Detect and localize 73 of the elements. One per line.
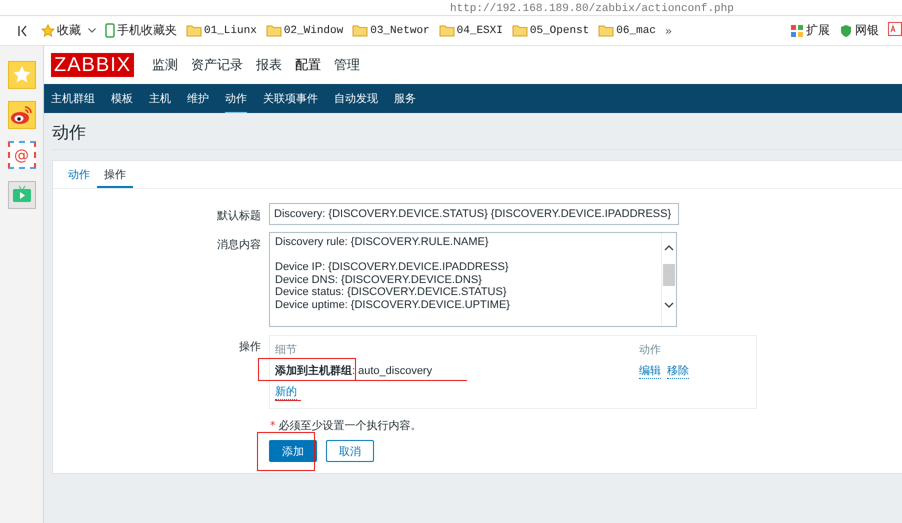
bookmark-item[interactable]: 03_Networ	[352, 24, 430, 37]
main-menu-item[interactable]: 报表	[256, 56, 282, 74]
banking-label: 网银	[855, 22, 879, 39]
add-button[interactable]: 添加	[269, 440, 317, 462]
collapse-icon[interactable]	[18, 24, 28, 36]
bookmark-label: 收藏	[57, 22, 81, 39]
folder-icon	[186, 24, 202, 37]
folder-icon	[266, 24, 282, 37]
cancel-button[interactable]: 取消	[326, 440, 374, 462]
bookmark-label: 手机收藏夹	[117, 22, 177, 39]
field-label: 操作	[239, 339, 261, 355]
message-line: Device DNS: {DISCOVERY.DEVICE.DNS}	[275, 274, 483, 286]
action-link[interactable]: 编辑	[639, 362, 661, 378]
scrollbar[interactable]	[661, 233, 676, 326]
bookmark-label: 06_mac	[616, 24, 656, 36]
bookmark-item[interactable]: 06_mac	[598, 24, 656, 37]
dictionary-icon[interactable]	[888, 22, 902, 39]
operation-detail: 添加到主机群组: auto_discovery	[275, 364, 432, 378]
requirement-note: 必须至少设置一个执行内容。	[278, 419, 422, 432]
required-mark: *	[270, 419, 276, 432]
column-header: 细节	[275, 342, 297, 357]
submenu-item[interactable]: 模板	[111, 82, 133, 114]
zabbix-logo[interactable]: ZABBIX	[51, 53, 134, 77]
tab[interactable]: 操作	[97, 161, 133, 188]
bookmark-item[interactable]: 05_Openst	[512, 24, 590, 37]
shield-icon	[839, 24, 853, 38]
bookmark-item[interactable]: 02_Window	[266, 24, 344, 37]
star-icon	[41, 24, 55, 38]
submenu-item[interactable]: 维护	[187, 82, 209, 114]
submenu-item[interactable]: 自动发现	[334, 82, 378, 114]
folder-icon	[598, 24, 614, 37]
message-line: Device uptime: {DISCOVERY.DEVICE.UPTIME}	[275, 298, 511, 311]
submenu-item[interactable]: 服务	[394, 82, 416, 114]
submenu-item[interactable]: 主机	[149, 82, 171, 114]
bookmark-label: 03_Networ	[370, 24, 430, 36]
bookmark-label: 02_Window	[284, 24, 344, 36]
submenu-item[interactable]: 关联项事件	[263, 82, 318, 114]
submenu-item[interactable]: 主机群组	[51, 82, 95, 114]
subject-field[interactable]: Discovery: {DISCOVERY.DEVICE.STATUS} {DISCOVERY.DEVICE.IPADDRESS}	[269, 203, 679, 225]
bookmark-item[interactable]: 01_Liunx	[186, 24, 257, 37]
bookmark-item[interactable]: 手机收藏夹	[105, 22, 177, 39]
grid-icon	[790, 24, 804, 38]
bookmark-label: 05_Openst	[530, 24, 590, 36]
action-link[interactable]: 移除	[667, 362, 689, 378]
online-banking-button[interactable]: 网银	[839, 22, 879, 39]
bookmark-item[interactable]: 04_ESXI	[438, 24, 503, 37]
message-line: Device IP: {DISCOVERY.DEVICE.IPADDRESS}	[275, 261, 510, 274]
message-field[interactable]: Discovery rule: {DISCOVERY.RULE.NAME} Device IP: {DISCOVERY.DEVICE.IPADDRESS} Device DNS: {DISCOVERY.DEVICE.DNS} Device status: {DISCOVERY.DEVICE.STATUS} Device uptime: {DISCOVERY.DEVICE.UPTIME}	[269, 232, 677, 327]
folder-icon	[512, 24, 528, 37]
more-bookmarks-button[interactable]: »	[664, 24, 672, 38]
weibo-icon[interactable]	[8, 101, 36, 129]
message-line: Device status: {DISCOVERY.DEVICE.STATUS}	[275, 286, 508, 298]
message-line: Discovery rule: {DISCOVERY.RULE.NAME}	[275, 236, 490, 248]
mail-icon[interactable]: @	[8, 141, 36, 169]
field-label: 默认标题	[217, 208, 261, 224]
extensions-label: 扩展	[806, 22, 830, 39]
bookmark-label: 01_Liunx	[204, 24, 257, 36]
caret-icon	[88, 28, 96, 33]
field-label: 消息内容	[217, 237, 261, 253]
phone-icon	[105, 23, 115, 38]
page-title: 动作	[52, 113, 902, 150]
extensions-button[interactable]: 扩展	[790, 22, 830, 39]
main-menu-item[interactable]: 配置	[295, 56, 322, 74]
tab[interactable]: 动作	[61, 161, 97, 188]
address-field[interactable]: http://192.168.189.80/zabbix/actionconf.php	[450, 3, 734, 15]
folder-icon	[438, 24, 455, 37]
bookmark-item[interactable]: 收藏	[41, 22, 96, 39]
main-menu-item[interactable]: 管理	[334, 56, 360, 74]
folder-icon	[352, 24, 368, 37]
column-header: 动作	[639, 342, 662, 357]
bookmark-label: 04_ESXI	[456, 24, 503, 36]
main-menu-item[interactable]: 监测	[152, 56, 178, 74]
main-menu-item[interactable]: 资产记录	[191, 56, 244, 74]
